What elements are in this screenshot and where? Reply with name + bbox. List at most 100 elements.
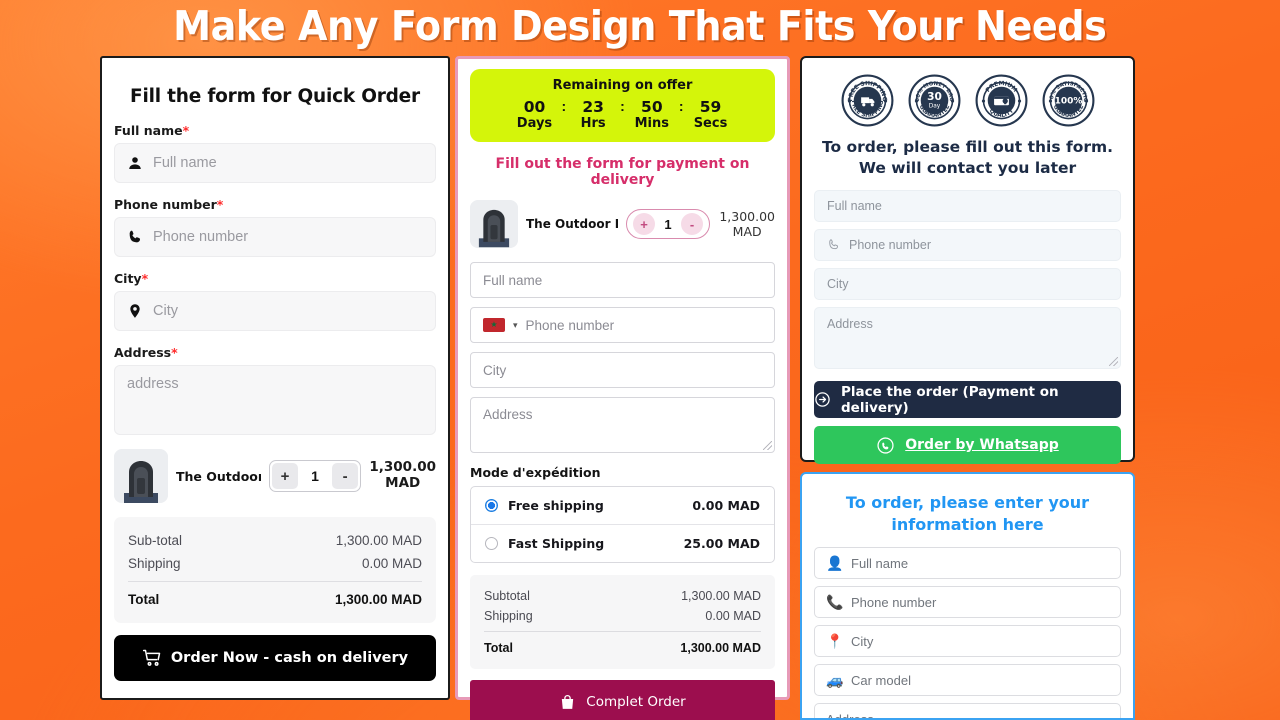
- shipping-label: Shipping: [128, 556, 181, 571]
- label-address: Address*: [114, 345, 178, 360]
- quantity-decrease-button[interactable]: -: [331, 463, 359, 489]
- resize-handle-icon[interactable]: [1109, 357, 1118, 367]
- placeholder-full-name: Full name: [153, 155, 217, 171]
- countdown-cell-secs: 59 Secs: [684, 98, 738, 132]
- input-city[interactable]: City: [814, 268, 1121, 301]
- shipping-option-label: Free shipping: [508, 498, 604, 514]
- textarea-address[interactable]: Address: [470, 397, 775, 454]
- input-phone[interactable]: Phone number: [814, 229, 1121, 262]
- placeholder-address: Address: [827, 317, 873, 332]
- telephone-emoji-icon: 📞: [826, 593, 844, 610]
- total-row: Total 1,300.00 MAD: [128, 581, 422, 611]
- trust-badges-form-panel: FREE SHIPPING FREE SHIPPING 30 Day 100% …: [800, 56, 1135, 465]
- input-full-name[interactable]: Full name: [470, 262, 775, 299]
- resize-handle-icon[interactable]: [763, 441, 772, 451]
- input-phone[interactable]: ★ ▾ Phone number: [470, 307, 775, 344]
- input-phone[interactable]: 📞 Phone number: [814, 586, 1121, 619]
- countdown-secs-label: Secs: [693, 116, 728, 132]
- input-city[interactable]: City: [114, 291, 436, 331]
- required-marker: *: [171, 345, 178, 360]
- shipping-options: Free shipping 0.00 MAD Fast Shipping 25.…: [470, 486, 775, 564]
- quantity-increase-button[interactable]: +: [633, 213, 655, 236]
- textarea-address[interactable]: Address: [814, 307, 1121, 370]
- input-city[interactable]: 📍 City: [814, 625, 1121, 658]
- product-thumbnail: [114, 449, 168, 503]
- total-label: Total: [128, 592, 160, 607]
- input-full-name[interactable]: Full name: [114, 143, 436, 183]
- required-marker: *: [141, 271, 149, 286]
- whatsapp-icon: [876, 436, 895, 455]
- placeholder-phone: Phone number: [153, 229, 249, 245]
- trust-badges-row: FREE SHIPPING FREE SHIPPING 30 Day 100% …: [814, 66, 1121, 137]
- subtotal-row: Sub-total 1,300.00 MAD: [128, 529, 422, 552]
- order-by-whatsapp-label: Order by Whatsapp: [905, 437, 1059, 454]
- input-car-model[interactable]: 🚙 Car model: [814, 664, 1121, 697]
- countdown-heading: Remaining on offer: [552, 78, 693, 93]
- panel1-title: Fill the form for Quick Order: [130, 86, 420, 107]
- free-shipping-badge: FREE SHIPPING FREE SHIPPING: [841, 74, 894, 127]
- total-value: 1,300.00 MAD: [334, 592, 422, 607]
- quantity-stepper[interactable]: + 1 -: [626, 209, 710, 240]
- placeholder-phone: Phone number: [525, 317, 615, 333]
- quick-order-form-panel: Fill the form for Quick Order Full name *…: [100, 56, 450, 700]
- phone-outline-icon: [827, 238, 841, 252]
- panel4-heading: To order, please enter your information …: [845, 493, 1090, 534]
- quantity-value: 1: [311, 468, 319, 484]
- quantity-stepper[interactable]: + 1 -: [268, 460, 362, 492]
- premium-quality-badge: PREMIUM QUALITY: [975, 74, 1028, 127]
- required-marker: *: [182, 123, 190, 138]
- order-now-label: Order Now - cash on delivery: [170, 650, 409, 666]
- input-phone[interactable]: Phone number: [114, 217, 436, 257]
- textarea-address[interactable]: Address: [814, 703, 1121, 718]
- product-name: The Outdoor Bac: [176, 468, 261, 484]
- product-row: The Outdoor Bac + 1 - 1,300.00 MAD: [470, 200, 775, 262]
- subtotal-value: 1,300.00 MAD: [335, 533, 422, 548]
- place-order-button[interactable]: Place the order (Payment on delivery): [814, 381, 1121, 419]
- shipping-value: 0.00 MAD: [361, 556, 422, 571]
- order-now-button[interactable]: Order Now - cash on delivery: [114, 635, 436, 681]
- textarea-address[interactable]: address: [114, 365, 436, 435]
- countdown-cell-mins: 50 Mins: [625, 98, 679, 132]
- quantity-increase-button[interactable]: +: [271, 463, 299, 489]
- shipping-option-free[interactable]: Free shipping 0.00 MAD: [471, 487, 774, 524]
- field-group-full-name: Full name* Full name: [114, 123, 436, 183]
- pin-emoji-icon: 📍: [826, 632, 844, 649]
- shipping-label: Shipping: [484, 609, 533, 624]
- svg-text:100%: 100%: [1054, 97, 1082, 107]
- input-full-name[interactable]: Full name: [814, 190, 1121, 223]
- required-marker: *: [216, 197, 224, 212]
- offer-order-form-panel: Remaining on offer 00 Days : 23 Hrs : 50…: [455, 56, 790, 720]
- complete-order-button[interactable]: Complet Order: [470, 680, 775, 720]
- subtotal-label: Subtotal: [484, 589, 530, 604]
- placeholder-address: Address: [483, 407, 533, 423]
- countdown-cell-hours: 23 Hrs: [566, 98, 620, 132]
- panel2-subtitle: Fill out the form for payment on deliver…: [495, 156, 750, 189]
- arrow-circle-right-icon: [814, 391, 831, 408]
- morocco-flag-icon: ★: [483, 318, 505, 333]
- shipping-option-amount: 25.00 MAD: [683, 536, 760, 552]
- field-group-city: City* City: [114, 271, 436, 331]
- placeholder-city: City: [483, 362, 507, 378]
- totals-box: Subtotal 1,300.00 MAD Shipping 0.00 MAD …: [470, 575, 775, 670]
- countdown-hours-value: 23: [582, 98, 604, 116]
- chevron-down-icon[interactable]: ▾: [513, 320, 518, 331]
- radio-fast-shipping[interactable]: [485, 537, 498, 551]
- subtotal-value: 1,300.00 MAD: [681, 589, 761, 604]
- shipping-option-fast[interactable]: Fast Shipping 25.00 MAD: [471, 524, 774, 562]
- page-banner: Make Any Form Design That Fits Your Need…: [0, 0, 1280, 52]
- order-by-whatsapp-button[interactable]: Order by Whatsapp: [814, 426, 1121, 465]
- radio-free-shipping[interactable]: [485, 499, 498, 513]
- input-full-name[interactable]: 👤 Full name: [814, 547, 1121, 580]
- quantity-decrease-button[interactable]: -: [681, 213, 703, 236]
- input-city[interactable]: City: [470, 352, 775, 389]
- countdown-mins-label: Mins: [634, 116, 670, 132]
- field-group-address: Address* address: [114, 345, 436, 435]
- product-name: The Outdoor Bac: [526, 217, 618, 232]
- place-order-label: Place the order (Payment on delivery): [841, 383, 1059, 416]
- totals-box: Sub-total 1,300.00 MAD Shipping 0.00 MAD…: [114, 517, 436, 623]
- placeholder-full-name: Full name: [483, 272, 543, 288]
- countdown-hours-label: Hrs: [580, 116, 606, 132]
- label-city: City*: [114, 271, 149, 286]
- countdown-timer: Remaining on offer 00 Days : 23 Hrs : 50…: [470, 69, 775, 143]
- countdown-cell-days: 00 Days: [507, 98, 561, 132]
